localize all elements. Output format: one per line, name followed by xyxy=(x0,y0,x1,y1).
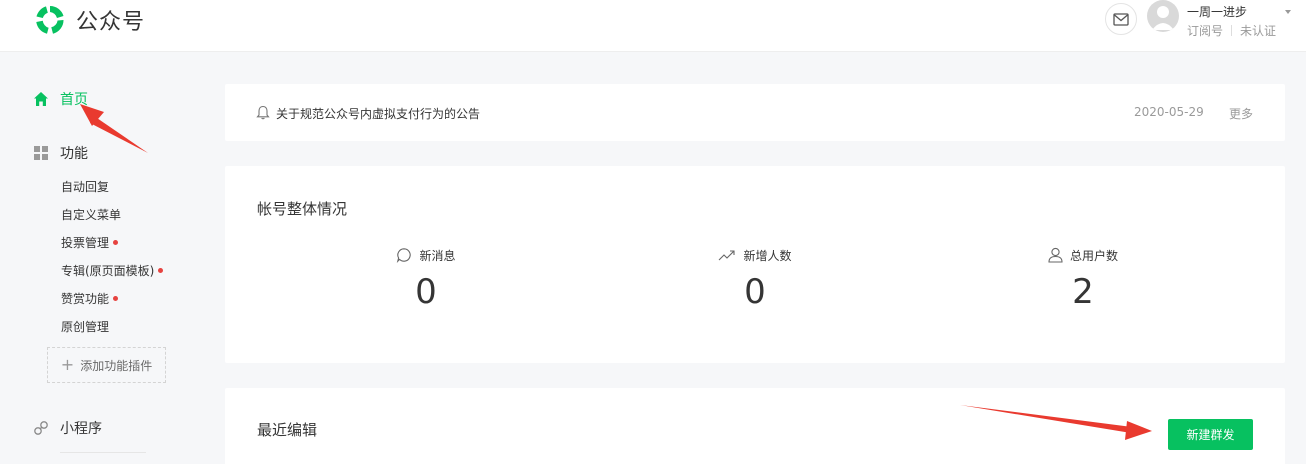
new-badge-dot xyxy=(158,268,164,273)
message-icon xyxy=(397,248,412,263)
logo[interactable]: 公众号 xyxy=(33,3,145,37)
meta-separator xyxy=(1231,25,1233,36)
sidebar-divider xyxy=(60,452,146,453)
stat-label: 总用户数 xyxy=(1003,246,1163,264)
stat-label-text: 新增人数 xyxy=(743,248,792,263)
new-broadcast-button[interactable]: 新建群发 xyxy=(1168,419,1253,450)
overview-title: 帐号整体情况 xyxy=(257,200,348,218)
sidebar-item-home[interactable]: 首页 xyxy=(33,89,88,109)
logo-text: 公众号 xyxy=(76,10,146,35)
sidebar-subitem-label: 自动回复 xyxy=(61,180,110,194)
wechat-official-logo-icon xyxy=(36,5,64,34)
stat-new-messages[interactable]: 新消息 0 xyxy=(346,246,506,312)
stat-label-text: 新消息 xyxy=(419,248,456,263)
recent-edits-title: 最近编辑 xyxy=(257,421,318,439)
sidebar-item-mini-program[interactable]: 小程序 xyxy=(33,418,102,438)
top-header: 公众号 一周一进步 订阅号 未认证 xyxy=(0,0,1306,52)
stat-value: 2 xyxy=(1072,272,1094,312)
sidebar-subitem-custom-menu[interactable]: 自定义菜单 xyxy=(61,206,121,223)
mail-button[interactable] xyxy=(1105,3,1137,35)
sidebar-item-label: 首页 xyxy=(60,92,88,108)
account-name[interactable]: 一周一进步 xyxy=(1187,3,1247,20)
grid-icon xyxy=(34,146,48,160)
recent-edits-card: 最近编辑 新建群发 xyxy=(225,388,1285,464)
new-badge-dot xyxy=(113,240,119,245)
stat-new-followers[interactable]: 新增人数 0 xyxy=(675,246,835,312)
bell-icon xyxy=(256,105,270,120)
stat-label-text: 总用户数 xyxy=(1069,248,1118,263)
sidebar-subitem-label: 原创管理 xyxy=(61,320,110,334)
account-type: 订阅号 xyxy=(1187,24,1224,38)
account-overview-card: 帐号整体情况 新消息 0 新增人数 0 总用户数 2 xyxy=(225,166,1285,363)
stat-total-users[interactable]: 总用户数 2 xyxy=(1003,246,1163,312)
sidebar-item-label: 功能 xyxy=(60,146,88,162)
stat-value: 0 xyxy=(415,272,437,312)
sidebar-item-functions[interactable]: 功能 xyxy=(33,143,88,163)
user-icon xyxy=(1048,247,1063,263)
verify-status[interactable]: 未认证 xyxy=(1240,22,1276,39)
sidebar-subitem-vote-manage[interactable]: 投票管理 xyxy=(61,234,119,251)
plus-icon: + xyxy=(60,355,75,374)
notice-more-link[interactable]: 更多 xyxy=(1229,105,1253,122)
mail-icon xyxy=(1113,12,1129,26)
stat-value: 0 xyxy=(744,272,766,312)
sidebar-subitem-label: 投票管理 xyxy=(61,236,110,250)
account-dropdown-caret-icon[interactable] xyxy=(1285,10,1291,14)
sidebar-subitem-original[interactable]: 原创管理 xyxy=(61,318,109,335)
sidebar-subitem-auto-reply[interactable]: 自动回复 xyxy=(61,178,109,195)
home-icon xyxy=(34,92,48,106)
stat-label: 新消息 xyxy=(346,246,506,264)
notice-card: 关于规范公众号内虚拟支付行为的公告 2020-05-29 更多 xyxy=(225,84,1285,141)
notice-link[interactable]: 关于规范公众号内虚拟支付行为的公告 xyxy=(276,105,480,122)
sidebar-subitem-reward[interactable]: 赞赏功能 xyxy=(61,290,119,307)
sidebar-subitem-label: 赞赏功能 xyxy=(61,292,110,306)
default-avatar-icon xyxy=(1152,6,1174,30)
notice-date: 2020-05-29 xyxy=(1134,105,1204,119)
avatar[interactable] xyxy=(1147,0,1179,32)
new-badge-dot xyxy=(113,296,119,301)
add-plugin-button[interactable]: + 添加功能插件 xyxy=(47,347,166,383)
add-plugin-label: 添加功能插件 xyxy=(80,358,153,373)
stat-label: 新增人数 xyxy=(675,246,835,264)
sidebar-subitem-label: 自定义菜单 xyxy=(61,208,122,222)
annotation-arrow-home xyxy=(80,104,148,153)
sidebar-subitem-label: 专辑(原页面模板) xyxy=(61,264,155,278)
sidebar-item-label: 小程序 xyxy=(60,421,102,437)
trend-icon xyxy=(719,250,736,261)
sidebar-subitem-album[interactable]: 专辑(原页面模板) xyxy=(61,262,164,279)
account-meta: 订阅号 未认证 xyxy=(1187,22,1276,39)
link-icon xyxy=(34,421,48,435)
